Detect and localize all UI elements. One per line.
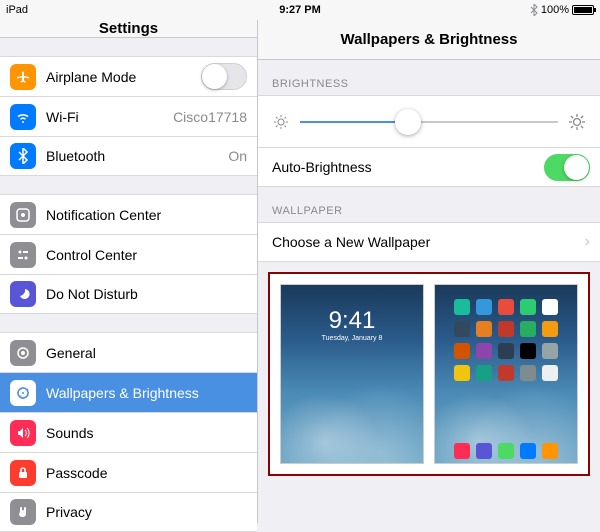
wifi-value: Cisco17718 xyxy=(173,109,247,125)
dock-app-icon xyxy=(498,443,514,459)
app-icon xyxy=(454,365,470,381)
general-label: General xyxy=(46,345,247,361)
wallpaper-previews: 9:41 Tuesday, January 8 xyxy=(268,272,590,476)
choose-wallpaper-row[interactable]: Choose a New Wallpaper › xyxy=(258,222,600,262)
wifi-label: Wi-Fi xyxy=(46,109,173,125)
wallpaper-section: WALLPAPER Choose a New Wallpaper › xyxy=(258,205,600,262)
sidebar-item-passcode[interactable]: Passcode xyxy=(0,452,257,492)
app-icon xyxy=(454,343,470,359)
airplane-icon xyxy=(10,64,36,90)
sounds-icon xyxy=(10,420,36,446)
app-icon xyxy=(542,299,558,315)
sounds-label: Sounds xyxy=(46,425,247,441)
passcode-label: Passcode xyxy=(46,465,247,481)
dock-app-icon xyxy=(520,443,536,459)
detail-pane: Wallpapers & Brightness BRIGHTNESS Auto-… xyxy=(258,20,600,523)
dock-app-icon xyxy=(476,443,492,459)
lock-icon xyxy=(10,460,36,486)
chevron-right-icon: › xyxy=(585,233,590,251)
controlcenter-label: Control Center xyxy=(46,247,247,263)
airplane-toggle[interactable] xyxy=(201,63,247,90)
bluetooth-label: Bluetooth xyxy=(46,148,228,164)
dnd-icon xyxy=(10,281,36,307)
sidebar-item-privacy[interactable]: Privacy xyxy=(0,492,257,532)
app-icon xyxy=(520,343,536,359)
notifications-icon xyxy=(10,202,36,228)
home-preview-dock xyxy=(454,443,558,459)
brightness-section: BRIGHTNESS Auto-Brightness xyxy=(258,78,600,187)
auto-brightness-row: Auto-Brightness xyxy=(258,147,600,187)
app-icon xyxy=(476,321,492,337)
status-bar: iPad 9:27 PM 100% xyxy=(0,0,600,20)
dock-app-icon xyxy=(542,443,558,459)
app-icon xyxy=(520,365,536,381)
app-icon xyxy=(498,343,514,359)
dock-app-icon xyxy=(454,443,470,459)
app-icon xyxy=(520,299,536,315)
brightness-slider-row xyxy=(258,95,600,147)
bluetooth-status-icon xyxy=(530,4,538,16)
airplane-label: Airplane Mode xyxy=(46,69,201,85)
controlcenter-icon xyxy=(10,242,36,268)
wallpaper-header: WALLPAPER xyxy=(258,205,600,222)
app-icon xyxy=(498,299,514,315)
lock-preview-time: 9:41 xyxy=(329,307,376,335)
sidebar-item-wifi[interactable]: Wi-Fi Cisco17718 xyxy=(0,96,257,136)
sidebar-group-connectivity: Airplane Mode Wi-Fi Cisco17718 Bluetooth… xyxy=(0,56,257,176)
auto-brightness-toggle[interactable] xyxy=(544,154,590,181)
bluetooth-icon xyxy=(10,143,36,169)
app-icon xyxy=(498,321,514,337)
device-label: iPad xyxy=(6,4,28,16)
sidebar-title: Settings xyxy=(0,20,257,38)
lock-screen-preview[interactable]: 9:41 Tuesday, January 8 xyxy=(280,284,424,464)
app-icon xyxy=(476,365,492,381)
battery-icon xyxy=(572,5,594,15)
sidebar-group-device: General Wallpapers & Brightness Sounds P… xyxy=(0,332,257,532)
app-icon xyxy=(476,343,492,359)
sidebar-item-sounds[interactable]: Sounds xyxy=(0,412,257,452)
brightness-slider[interactable] xyxy=(300,121,558,123)
sun-min-icon xyxy=(272,113,290,131)
sidebar-item-wallpapers[interactable]: Wallpapers & Brightness xyxy=(0,372,257,412)
settings-sidebar: Settings Airplane Mode Wi-Fi Cisco17718 xyxy=(0,20,258,523)
sidebar-item-general[interactable]: General xyxy=(0,332,257,372)
bluetooth-value: On xyxy=(228,148,247,164)
dnd-label: Do Not Disturb xyxy=(46,286,247,302)
status-right: 100% xyxy=(530,4,594,16)
privacy-label: Privacy xyxy=(46,504,247,520)
detail-title: Wallpapers & Brightness xyxy=(258,20,600,60)
app-icon xyxy=(520,321,536,337)
sidebar-item-dnd[interactable]: Do Not Disturb xyxy=(0,274,257,314)
wifi-icon xyxy=(10,104,36,130)
battery-percent: 100% xyxy=(541,4,569,16)
sidebar-item-bluetooth[interactable]: Bluetooth On xyxy=(0,136,257,176)
app-icon xyxy=(542,343,558,359)
sidebar-group-notifications: Notification Center Control Center Do No… xyxy=(0,194,257,314)
app-icon xyxy=(542,321,558,337)
sidebar-item-airplane[interactable]: Airplane Mode xyxy=(0,56,257,96)
hand-icon xyxy=(10,499,36,525)
wallpapers-label: Wallpapers & Brightness xyxy=(46,385,247,401)
sidebar-item-controlcenter[interactable]: Control Center xyxy=(0,234,257,274)
notifications-label: Notification Center xyxy=(46,207,247,223)
home-preview-apps xyxy=(454,299,558,381)
app-icon xyxy=(542,365,558,381)
app-icon xyxy=(454,299,470,315)
sun-max-icon xyxy=(568,113,586,131)
gear-icon xyxy=(10,340,36,366)
home-screen-preview[interactable] xyxy=(434,284,578,464)
brightness-header: BRIGHTNESS xyxy=(258,78,600,95)
lock-preview-date: Tuesday, January 8 xyxy=(322,335,383,342)
auto-brightness-label: Auto-Brightness xyxy=(272,159,544,175)
choose-wallpaper-label: Choose a New Wallpaper xyxy=(272,234,585,250)
sidebar-item-notifications[interactable]: Notification Center xyxy=(0,194,257,234)
app-icon xyxy=(476,299,492,315)
clock: 9:27 PM xyxy=(279,4,321,16)
app-icon xyxy=(454,321,470,337)
app-icon xyxy=(498,365,514,381)
wallpapers-icon xyxy=(10,380,36,406)
